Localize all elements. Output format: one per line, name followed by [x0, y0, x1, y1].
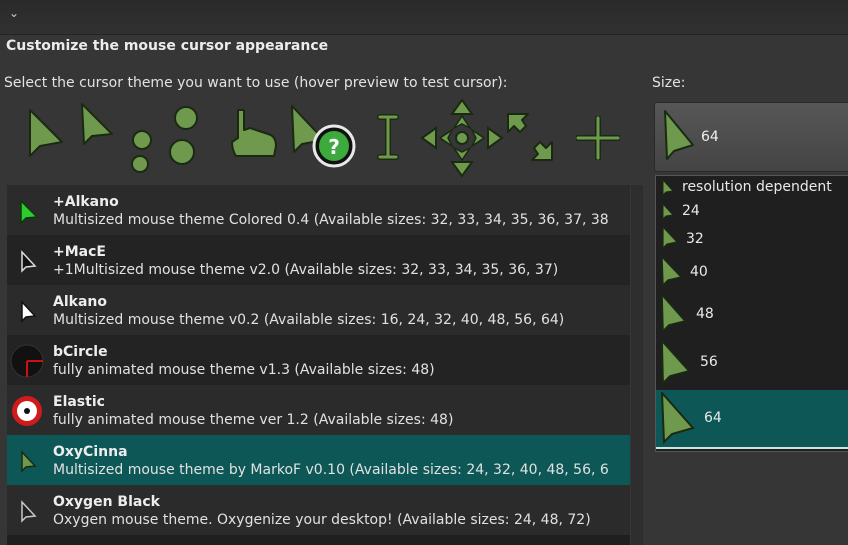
- white-arrow-icon: [21, 300, 37, 323]
- theme-name: +Alkano: [53, 194, 119, 210]
- olive-arrow-icon: [21, 450, 37, 473]
- size-option-label: 24: [682, 203, 700, 219]
- theme-row-oxygen-black[interactable]: Oxygen Black Oxygen mouse theme. Oxygeni…: [7, 485, 630, 535]
- theme-name: bCircle: [53, 344, 108, 360]
- theme-name: Oxygen Black: [53, 494, 160, 510]
- theme-description: Multisized mouse theme v0.2 (Available s…: [53, 312, 565, 328]
- size-combobox-value: 64: [701, 129, 719, 145]
- size-dropdown-list[interactable]: resolution dependent 24 32 40 48 56 64: [655, 175, 848, 452]
- theme-name: Alkano: [53, 294, 107, 310]
- size-option-label: 32: [686, 231, 704, 247]
- theme-list-scrollbar[interactable]: [631, 185, 643, 545]
- green-arrow-icon: [20, 199, 39, 225]
- size-option-24[interactable]: 24: [656, 200, 848, 222]
- size-option-48[interactable]: 48: [656, 292, 848, 336]
- olive-arrow-icon: [661, 340, 691, 386]
- theme-row-bcircle[interactable]: bCircle fully animated mouse theme v1.3 …: [7, 335, 630, 385]
- olive-arrow-icon: [661, 256, 683, 287]
- text-beam-icon[interactable]: [376, 114, 400, 160]
- theme-description: fully animated mouse theme ver 1.2 (Avai…: [53, 412, 454, 428]
- gray-arrow-icon: [21, 500, 37, 523]
- cursor-preview-strip[interactable]: ?: [24, 98, 624, 178]
- size-option-32[interactable]: 32: [656, 224, 848, 252]
- size-option-resolution-dependent[interactable]: resolution dependent: [656, 176, 848, 198]
- dark-circle-crosshair-icon: [10, 344, 44, 378]
- cursor-theme-list[interactable]: +Alkano Multisized mouse theme Colored 0…: [7, 185, 630, 545]
- theme-name: OxyCinna: [53, 444, 128, 460]
- olive-arrow-icon: [662, 179, 675, 197]
- olive-arrow-icon: [662, 203, 675, 221]
- theme-description: fully animated mouse theme v1.3 (Availab…: [53, 362, 435, 378]
- hand-cursor-icon[interactable]: [228, 106, 280, 158]
- size-option-40[interactable]: 40: [656, 254, 848, 290]
- olive-arrow-icon: [662, 226, 679, 250]
- pointing-arrow-cursor-icon[interactable]: [78, 102, 118, 152]
- size-label: Size:: [652, 75, 686, 91]
- size-option-64[interactable]: 64: [656, 390, 848, 449]
- help-cursor-icon[interactable]: ?: [288, 104, 358, 170]
- theme-row-oxycinna[interactable]: OxyCinna Multisized mouse theme by Marko…: [7, 435, 630, 485]
- size-option-label: 64: [704, 410, 722, 426]
- theme-row-alkano-colored[interactable]: +Alkano Multisized mouse theme Colored 0…: [7, 185, 630, 235]
- diagonal-resize-icon[interactable]: [504, 108, 556, 164]
- size-option-label: 40: [690, 264, 708, 280]
- size-option-label: resolution dependent: [682, 179, 832, 195]
- crosshair-icon[interactable]: [576, 116, 620, 160]
- section-title: Customize the mouse cursor appearance: [6, 38, 329, 54]
- help-question-mark: ?: [328, 135, 340, 159]
- size-combobox[interactable]: 64: [654, 102, 848, 172]
- busy-dots-icon[interactable]: [124, 104, 204, 174]
- olive-arrow-icon: [664, 110, 694, 160]
- arrow-cursor-icon[interactable]: [26, 106, 66, 164]
- move-arrows-icon[interactable]: [420, 98, 504, 178]
- size-option-label: 56: [700, 354, 718, 370]
- theme-name: +MacE: [53, 244, 106, 260]
- size-option-56[interactable]: 56: [656, 338, 848, 388]
- olive-arrow-icon: [661, 294, 687, 333]
- red-ring-target-icon: [12, 396, 42, 426]
- collapse-bar: ⌄: [0, 0, 848, 35]
- olive-arrow-icon: [660, 392, 695, 445]
- theme-row-mace[interactable]: +MacE +1Multisized mouse theme v2.0 (Ava…: [7, 235, 630, 285]
- black-arrow-icon: [21, 250, 37, 273]
- theme-name: Elastic: [53, 394, 105, 410]
- theme-instruction-label: Select the cursor theme you want to use …: [4, 75, 508, 91]
- theme-description: Multisized mouse theme by MarkoF v0.10 (…: [53, 462, 609, 478]
- theme-row-alkano[interactable]: Alkano Multisized mouse theme v0.2 (Avai…: [7, 285, 630, 335]
- theme-description: Oxygen mouse theme. Oxygenize your deskt…: [53, 512, 591, 528]
- size-option-label: 48: [696, 306, 714, 322]
- theme-description: +1Multisized mouse theme v2.0 (Available…: [53, 262, 559, 278]
- theme-row-elastic[interactable]: Elastic fully animated mouse theme ver 1…: [7, 385, 630, 435]
- theme-description: Multisized mouse theme Colored 0.4 (Avai…: [53, 212, 609, 228]
- chevron-down-icon[interactable]: ⌄: [9, 6, 19, 20]
